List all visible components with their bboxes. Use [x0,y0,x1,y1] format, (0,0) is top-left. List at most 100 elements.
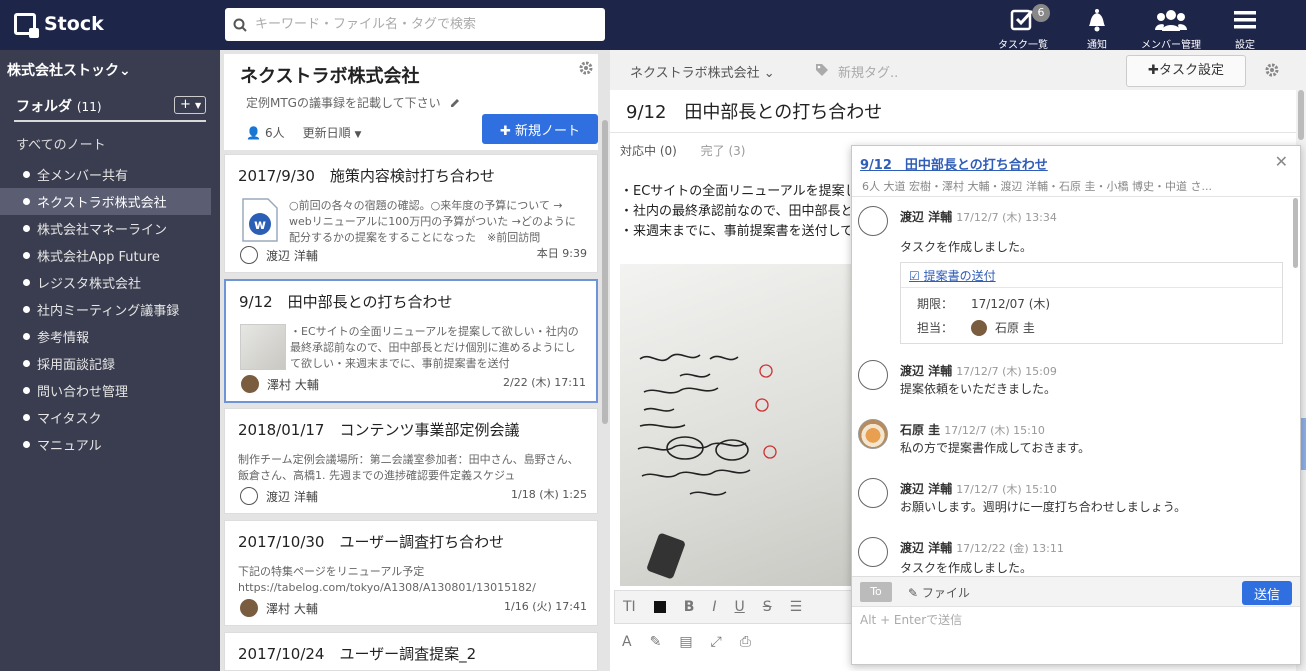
italic-icon[interactable]: I [712,599,716,615]
comment: 渡辺 洋輔 17/12/22 (金) 13:11 タスクを作成しました。 [852,531,1292,576]
tab-open-tasks[interactable]: 対応中 (0) [620,144,677,158]
text-size-icon[interactable]: TI [623,599,636,615]
mention-to-button[interactable]: To [860,582,892,602]
bell-icon [1089,9,1105,32]
search-input[interactable] [255,17,585,32]
close-icon[interactable]: ✕ [1275,152,1288,171]
popup-members[interactable]: 6人 大道 宏樹・澤村 大輔・渡辺 洋輔・石原 圭・小橋 博史・中道 さ... [862,178,1292,194]
attachment-icon[interactable]: ✎ [650,634,662,650]
comment-author: 石原 圭 17/12/7 (木) 15:10 [900,423,1045,437]
add-folder-button[interactable]: + ▼ [174,96,206,114]
sidebar-item[interactable]: 参考情報 [0,323,211,350]
note-date: 1/16 (火) 17:41 [504,600,587,613]
logo-text: Stock [44,13,104,35]
comment-time: 17/12/7 (木) 15:10 [956,483,1057,496]
bullet-icon [23,198,30,205]
reply-input[interactable] [860,613,1290,627]
underline-icon[interactable]: U [735,599,745,615]
folder-divider [14,120,206,122]
note-date: 1/18 (木) 1:25 [511,488,587,501]
body-line: ・ECサイトの全面リニューアルを提案して欲しい [620,184,850,199]
bullet-icon [23,441,30,448]
member-management-button[interactable]: メンバー管理 [1134,4,1208,51]
note-view-title[interactable]: 9/12 田中部長との打ち合わせ [626,98,882,124]
print-icon[interactable]: ⎙ [740,634,751,650]
feed-scrollbar[interactable] [1293,198,1298,268]
sidebar-item[interactable]: レジスタ株式会社 [0,269,211,296]
bullet-icon [23,306,30,313]
checkbox-icon: ☑ [909,269,920,283]
bullet-icon [23,333,30,340]
document-icon[interactable]: ▤ [679,634,692,650]
members-icon [1155,10,1187,31]
sidebar-item-active[interactable]: ネクストラボ株式会社 [0,188,211,215]
task-name[interactable]: ☑ 提案書の送付 [909,267,996,284]
avatar [241,375,259,393]
notification-button[interactable]: 通知 [1060,4,1134,51]
body-line: ・社内の最終承認前なので、田中部長とだけ個別に進めるようにして欲しい [620,204,850,219]
task-card[interactable]: ☑ 提案書の送付 期限： 17/12/07 (木) 担当： 石原 圭 [900,262,1283,344]
font-icon[interactable]: A [622,634,632,650]
svg-text:w: w [254,218,266,233]
gear-icon[interactable] [1264,62,1280,78]
note-card[interactable]: 2017/9/30 施策内容検討打ち合わせ w ○前回の各々の宿題の確認。○来年… [224,154,598,273]
note-title: 2017/10/30 ユーザー調査打ち合わせ [238,533,505,551]
whiteboard-writing [637,353,777,579]
search-box[interactable] [225,8,605,41]
task-list-button[interactable]: 6 タスク一覧 [986,4,1060,51]
expand-icon[interactable]: ⤢ [711,634,722,650]
note-snippet: 下記の特集ページをリニューアル予定 https://tabelog.com/to… [238,565,536,594]
new-note-button[interactable]: ✚ 新規ノート [482,114,598,144]
note-author: 澤村 大輔 [240,599,318,617]
tab-done-tasks[interactable]: 完了 (3) [701,144,746,158]
note-card[interactable]: 2017/10/30 ユーザー調査打ち合わせ 下記の特集ページをリニューアル予定… [224,520,598,626]
task-due-row: 期限： 17/12/07 (木) [917,297,1051,311]
note-snippet: ○前回の各々の宿題の確認。○来年度の予算について → webリニューアルに100… [289,199,576,244]
popup-title[interactable]: 9/12 田中部長との打ち合わせ [860,154,1048,173]
sidebar-item[interactable]: 採用面談記録 [0,350,211,377]
comment: 石原 圭 17/12/7 (木) 15:10 私の方で提案書作成しておきます。 [852,413,1292,471]
note-card-selected[interactable]: 9/12 田中部長との打ち合わせ ・ECサイトの全面リニューアルを提案して欲しい… [224,279,598,403]
sidebar-item[interactable]: マイタスク [0,404,211,431]
note-card[interactable]: 2017/10/24 ユーザー調査提案_2 [224,632,598,671]
paperclip-icon: ✎ [908,586,919,600]
company-switcher[interactable]: 株式会社ストック⌄ [7,60,131,80]
sidebar-item[interactable]: 株式会社マネーライン [0,215,211,242]
sidebar-item[interactable]: マニュアル [0,431,211,458]
bullet-list-icon[interactable]: ☰ [790,599,803,615]
sidebar-item[interactable]: 問い合わせ管理 [0,377,211,404]
attach-file-button[interactable]: ✎ ファイル [908,584,970,601]
note-body[interactable]: ・ECサイトの全面リニューアルを提案して欲しい ・社内の最終承認前なので、田中部… [620,182,850,242]
pencil-icon[interactable] [449,97,461,109]
whiteboard-photo [620,264,860,586]
all-notes-link[interactable]: すべてのノート [16,134,106,153]
note-list-scrollbar[interactable] [602,120,608,424]
comment-text: 提案依頼をいただきました。 [900,382,1057,396]
bold-icon[interactable]: B [684,599,695,615]
task-settings-button[interactable]: ✚タスク設定 [1126,55,1246,87]
task-due-value: 17/12/07 (木) [971,297,1051,311]
task-comment-popup: 9/12 田中部長との打ち合わせ ✕ 6人 大道 宏樹・澤村 大輔・渡辺 洋輔・… [851,145,1301,665]
send-button[interactable]: 送信 [1242,581,1292,605]
stock-logo[interactable]: Stock [14,13,104,38]
sidebar-item[interactable]: 社内ミーティング議事録 [0,296,211,323]
settings-button[interactable]: 設定 [1208,4,1282,51]
color-swatch-icon[interactable] [653,601,666,613]
sidebar-item[interactable]: 株式会社App Future [0,242,211,269]
task-tabs: 対応中 (0) 完了 (3) [620,142,765,159]
note-date: 2/22 (木) 17:11 [503,376,586,389]
member-count[interactable]: 6人 [265,124,285,141]
note-card[interactable]: 2018/01/17 コンテンツ事業部定例会議 制作チーム定例会議場所：第二会議… [224,408,598,514]
note-scrollbar[interactable] [1298,90,1304,140]
folder-breadcrumb[interactable]: ネクストラボ株式会社 ⌄ [630,62,775,81]
sidebar-item[interactable]: 全メンバー共有 [0,161,211,188]
comment-time: 17/12/7 (木) 15:10 [944,424,1045,437]
new-tag-input[interactable]: 新規タグ.. [838,62,898,81]
strikethrough-icon[interactable]: S [763,599,772,615]
task-owner-row: 担当： 石原 圭 [917,319,1035,336]
note-snippet: 制作チーム定例会議場所：第二会議室参加者：田中さん、島野さん、飯倉さん、高橋1.… [238,453,579,482]
note-snippet: ・ECサイトの全面リニューアルを提案して欲しい・社内の最終承認前なので、田中部長… [290,325,579,370]
sort-dropdown[interactable]: 更新日順 ▼ [303,124,362,141]
note-title: 2018/01/17 コンテンツ事業部定例会議 [238,421,520,439]
folder-settings-button[interactable] [578,60,594,80]
